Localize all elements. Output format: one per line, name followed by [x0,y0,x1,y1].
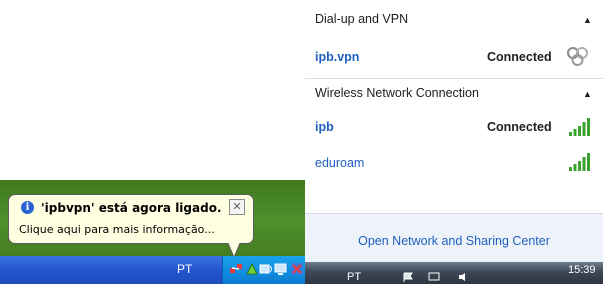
vpn-connection-status: Connected [487,50,552,64]
network-tray-icon[interactable] [428,272,440,282]
vpn-connection-name[interactable]: ipb.vpn [315,50,359,64]
info-icon: i [21,201,34,214]
balloon-title: 'ipbvpn' está agora ligado. [41,201,222,215]
wifi-signal-icon [569,118,590,136]
notification-balloon[interactable]: i 'ipbvpn' está agora ligado. ✕ Clique a… [8,194,254,259]
xp-language-indicator[interactable]: PT [177,262,192,276]
vpn-connection-icon [567,47,588,66]
wireless-tray-icon[interactable] [259,262,273,276]
wifi-network-name[interactable]: eduroam [315,156,364,170]
action-center-flag-icon[interactable] [402,272,414,282]
open-network-sharing-link[interactable]: Open Network and Sharing Center [305,234,603,248]
collapse-chevron-icon[interactable]: ▲ [583,15,592,25]
collapse-chevron-icon[interactable]: ▲ [583,89,592,99]
monitor-tray-icon[interactable] [274,262,288,276]
wifi-signal-icon [569,153,590,171]
win7-language-indicator[interactable]: PT [347,271,361,283]
section-divider [305,78,603,79]
disconnected-x-icon[interactable] [290,262,304,276]
wireless-header[interactable]: Wireless Network Connection [315,86,479,100]
network-connection-icon[interactable] [229,262,243,276]
flyout-footer: Open Network and Sharing Center [305,213,603,262]
wifi-network-name[interactable]: ipb [315,120,334,134]
balloon-message[interactable]: Clique aqui para mais informação... [19,223,215,236]
dialup-vpn-header[interactable]: Dial-up and VPN [315,12,408,26]
wifi-network-status: Connected [487,120,552,134]
balloon-close-button[interactable]: ✕ [229,199,245,215]
tray-app-icon[interactable] [245,262,259,276]
taskbar-clock[interactable]: 15:39 [568,264,596,276]
volume-icon[interactable] [458,272,470,282]
